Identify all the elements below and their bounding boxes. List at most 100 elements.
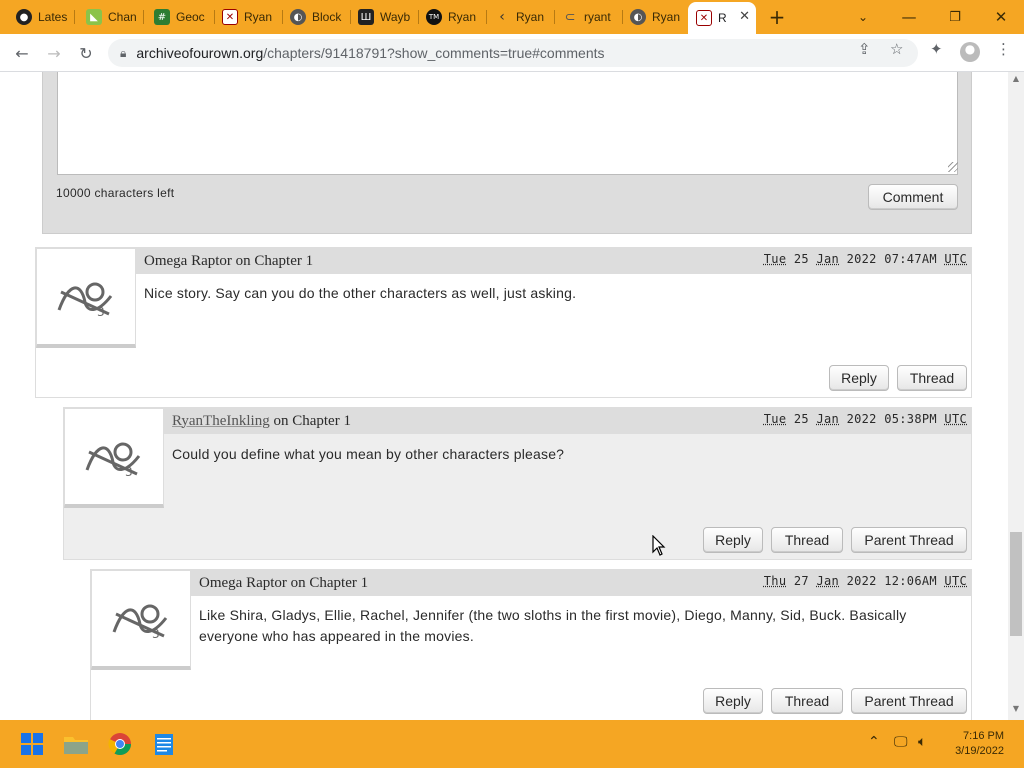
tab-label: Geoc — [176, 10, 205, 24]
tab-label: Chan — [108, 10, 137, 24]
reply-button[interactable]: Reply — [703, 527, 763, 553]
tab-ryan-3[interactable]: ‹ Ryan — [486, 4, 550, 30]
reply-button[interactable]: Reply — [703, 688, 763, 714]
url-input[interactable]: 🔒︎ archiveofourown.org/chapters/91418791… — [108, 39, 918, 67]
comment-item: 3 RyanTheInkling on Chapter 1 Tue 25 Jan… — [63, 407, 972, 560]
svg-text:3: 3 — [125, 465, 133, 479]
comment-item: 3 Omega Raptor on Chapter 1 Thu 27 Jan 2… — [90, 569, 972, 720]
volume-icon[interactable]: 🔈︎ — [918, 734, 926, 750]
globe-icon: ◐ — [630, 9, 646, 25]
tab-label: Ryan — [652, 10, 681, 24]
tab-wayb[interactable]: Ш Wayb — [350, 4, 416, 30]
chevron-up-icon[interactable]: ⌃ — [868, 734, 880, 750]
notepad-icon[interactable] — [148, 728, 180, 760]
bookmark-star-icon[interactable]: ☆ — [890, 40, 903, 58]
thread-button[interactable]: Thread — [771, 527, 843, 553]
tab-divider — [143, 10, 144, 24]
tab-label: Block — [312, 10, 342, 24]
comment-textarea[interactable] — [57, 72, 958, 175]
comment-author-link[interactable]: RyanTheInkling — [172, 413, 270, 430]
tab-label: Ryan — [516, 10, 545, 24]
back-arrow-icon: ‹ — [499, 9, 505, 25]
file-explorer-icon[interactable] — [60, 728, 92, 760]
thread-button[interactable]: Thread — [771, 688, 843, 714]
comment-author[interactable]: Omega Raptor — [144, 253, 232, 270]
clock-time: 7:16 PM — [963, 730, 1004, 742]
parent-thread-button[interactable]: Parent Thread — [851, 527, 967, 553]
scroll-down-icon[interactable]: ▼ — [1008, 704, 1024, 718]
comment-body-line: everyone who has appeared in the movies. — [199, 628, 474, 644]
comment-body: Could you define what you mean by other … — [172, 446, 565, 462]
comment-body-line: Like Shira, Gladys, Ellie, Rachel, Jenni… — [199, 607, 907, 623]
comment-date: Thu 27 Jan 2022 12:06AM UTC — [763, 574, 967, 588]
close-window-icon[interactable]: ✕ — [978, 0, 1024, 34]
tab-search-icon[interactable]: ⌄ — [840, 0, 886, 34]
resize-handle-icon[interactable] — [948, 162, 958, 172]
close-tab-icon[interactable]: ✕ — [739, 9, 750, 24]
comment-author[interactable]: Omega Raptor — [199, 575, 287, 592]
thread-button[interactable]: Thread — [897, 365, 967, 391]
new-tab-button[interactable]: + — [754, 0, 800, 34]
tab-divider — [74, 10, 75, 24]
archive-icon: Ш — [358, 9, 374, 25]
back-icon[interactable]: ← — [8, 40, 36, 66]
scrollbar-thumb[interactable] — [1010, 532, 1022, 636]
restore-icon[interactable]: ❐ — [932, 0, 978, 34]
comment-header: Omega Raptor on Chapter 1 Thu 27 Jan 202… — [191, 570, 971, 596]
tab-chan[interactable]: ◣ Chan — [78, 4, 140, 30]
comment-body: Nice story. Say can you do the other cha… — [144, 285, 577, 301]
tab-active-ao3[interactable]: ✕ R ✕ — [688, 2, 756, 34]
tab-ryan-4[interactable]: ◐ Ryan — [622, 4, 686, 30]
avatar: 3 — [36, 248, 136, 348]
scroll-up-icon[interactable]: ▲ — [1008, 74, 1024, 88]
tab-block[interactable]: ◐ Block — [282, 4, 346, 30]
parent-thread-button[interactable]: Parent Thread — [851, 688, 967, 714]
comment-body: Like Shira, Gladys, Ellie, Rachel, Jenni… — [199, 605, 906, 647]
map-icon: ◣ — [86, 9, 102, 25]
extensions-icon[interactable]: ✦ — [930, 40, 943, 58]
comment-chapter[interactable]: on Chapter 1 — [236, 253, 313, 270]
tab-label: ryant — [584, 10, 611, 24]
ao3-logo-icon: 3 — [57, 282, 113, 319]
profile-avatar-icon[interactable]: ● — [960, 42, 980, 62]
reload-icon[interactable]: ↻ — [72, 40, 100, 66]
svg-text:3: 3 — [97, 305, 105, 319]
minimize-icon[interactable]: — — [886, 0, 932, 34]
tab-label: Lates — [38, 10, 68, 24]
comment-submit-button[interactable]: Comment — [868, 184, 958, 210]
comment-chapter[interactable]: on Chapter 1 — [291, 575, 368, 592]
url-host: archiveofourown.org — [136, 45, 264, 61]
reply-button[interactable]: Reply — [829, 365, 889, 391]
browser-tab-bar: ● Lates ◣ Chan # Geoc ✕ Ryan ◐ Block Ш W… — [0, 0, 1024, 34]
ao3-logo-icon: 3 — [112, 604, 168, 641]
page-content: 10000 characters left Comment 3 Omega Ra… — [0, 72, 1008, 720]
tab-latest[interactable]: ● Lates — [8, 4, 70, 30]
globe-icon: ◐ — [290, 9, 306, 25]
chain-icon: ⊂ — [564, 9, 576, 25]
system-clock[interactable]: 7:16 PM 3/19/2022 — [955, 729, 1004, 759]
grid-icon: # — [154, 9, 170, 25]
comment-header: RyanTheInkling on Chapter 1 Tue 25 Jan 2… — [164, 408, 971, 434]
ao3-logo-icon: 3 — [85, 442, 141, 479]
share-icon[interactable]: ⇪ — [858, 40, 871, 58]
forward-icon[interactable]: → — [40, 40, 68, 66]
network-icon[interactable]: 🖵︎ — [894, 734, 908, 750]
chrome-icon[interactable] — [104, 728, 136, 760]
clock-date: 3/19/2022 — [955, 745, 1004, 757]
windows-start-icon[interactable] — [16, 728, 48, 760]
page-scrollbar[interactable]: ▲ ▼ — [1008, 72, 1024, 720]
tab-ryan-1[interactable]: ✕ Ryan — [214, 4, 278, 30]
ao3-icon: ✕ — [222, 9, 238, 25]
avatar: 3 — [64, 408, 164, 508]
comment-date: Tue 25 Jan 2022 05:38PM UTC — [763, 412, 967, 426]
tab-label: Ryan — [448, 10, 477, 24]
kebab-menu-icon[interactable]: ⋮ — [996, 40, 1011, 58]
comment-chapter[interactable]: on Chapter 1 — [273, 413, 350, 430]
tab-ryant[interactable]: ⊂ ryant — [554, 4, 618, 30]
characters-left-counter: 10000 characters left — [56, 186, 175, 200]
tab-geoc[interactable]: # Geoc — [146, 4, 212, 30]
comment-header: Omega Raptor on Chapter 1 Tue 25 Jan 202… — [136, 248, 971, 274]
avatar: 3 — [91, 570, 191, 670]
tab-ryan-2[interactable]: TM Ryan — [418, 4, 482, 30]
comment-form: 10000 characters left Comment — [42, 72, 972, 234]
